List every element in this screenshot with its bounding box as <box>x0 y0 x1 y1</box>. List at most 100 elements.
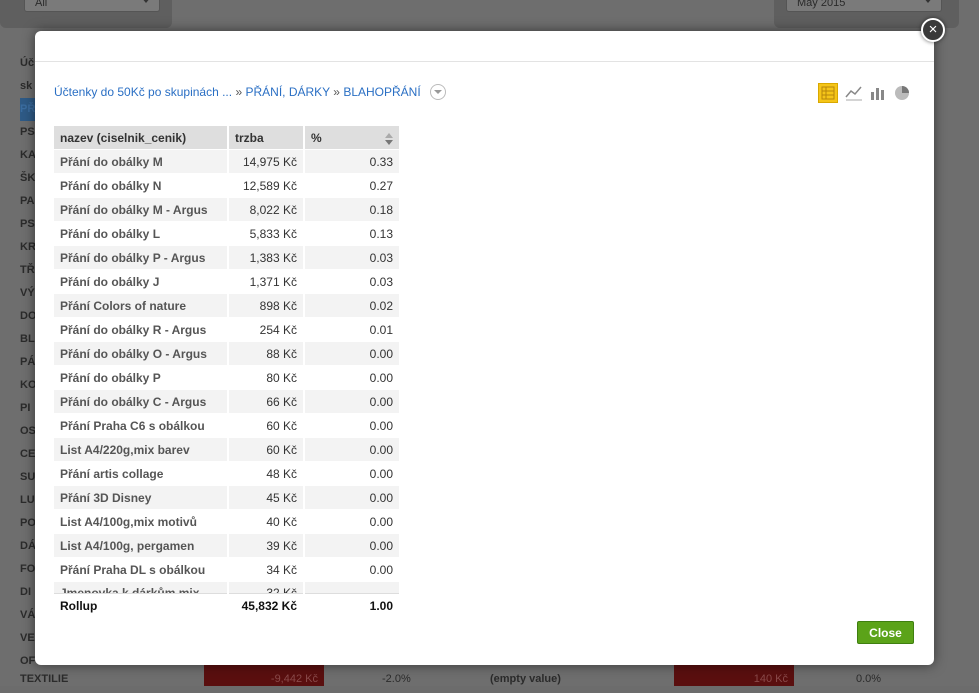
bar-chart-icon[interactable] <box>868 83 888 103</box>
dialog-header <box>35 31 934 62</box>
chevron-down-icon[interactable] <box>430 84 447 100</box>
row-pct: 0.18 <box>304 197 401 222</box>
row-pct: 0.27 <box>304 173 401 198</box>
table-view-icon[interactable] <box>818 83 838 103</box>
breadcrumb-item[interactable]: PŘÁNÍ, DÁRKY <box>245 85 329 99</box>
row-pct: 0.01 <box>304 317 401 342</box>
table-row[interactable]: Přání do obálky L 5,833 Kč 0.13 <box>54 221 401 246</box>
row-trzba: 66 Kč <box>228 389 305 414</box>
row-pct: 0.03 <box>304 245 401 270</box>
table-row[interactable]: List A4/220g,mix barev 60 Kč 0.00 <box>54 437 401 462</box>
rollup-label: Rollup <box>54 593 229 617</box>
filter-select-left[interactable]: All <box>24 0 160 12</box>
row-name: Přání do obálky L <box>54 221 229 246</box>
table-row[interactable]: List A4/100g,mix motivů 40 Kč 0.00 <box>54 509 401 534</box>
column-header-name[interactable]: nazev (ciselnik_cenik) <box>54 126 229 150</box>
row-trzba: 40 Kč <box>228 509 305 534</box>
breadcrumb-item[interactable]: BLAHOPŘÁNÍ <box>343 85 420 99</box>
row-name: List A4/220g,mix barev <box>54 437 229 462</box>
row-trzba: 45 Kč <box>228 485 305 510</box>
row-pct: 0.00 <box>304 437 401 462</box>
rollup-row: Rollup 45,832 Kč 1.00 <box>54 593 401 617</box>
table-row[interactable]: Jmenovka k dárkům mix 32 Kč <box>54 581 401 594</box>
sort-icon[interactable] <box>385 132 393 145</box>
row-trzba: 1,383 Kč <box>228 245 305 270</box>
row-trzba: 8,022 Kč <box>228 197 305 222</box>
row-pct: 0.00 <box>304 413 401 438</box>
row-pct: 0.03 <box>304 269 401 294</box>
background-bottom-row: TEXTILIE -2.0% (empty value) 0.0% <box>0 668 979 686</box>
close-button[interactable]: Close <box>857 621 914 644</box>
row-name: Přání do obálky C - Argus <box>54 389 229 414</box>
breadcrumb-item[interactable]: Účtenky do 50Kč po skupinách ... <box>54 85 232 99</box>
background-pct1: -2.0% <box>382 673 411 685</box>
table-row[interactable]: Přání Praha C6 s obálkou 60 Kč 0.00 <box>54 413 401 438</box>
row-name: Přání do obálky P <box>54 365 229 390</box>
row-trzba: 1,371 Kč <box>228 269 305 294</box>
column-header-label: % <box>311 130 322 145</box>
row-pct-text <box>311 583 393 594</box>
row-trzba: 34 Kč <box>228 557 305 582</box>
chevron-down-icon <box>923 0 933 3</box>
close-icon[interactable]: × <box>921 18 945 42</box>
row-trzba: 88 Kč <box>228 341 305 366</box>
column-header-label: nazev (ciselnik_cenik) <box>60 130 187 145</box>
filter-select-right[interactable]: May 2015 <box>786 0 942 12</box>
column-header-label: trzba <box>235 130 264 145</box>
row-trzba-text: 32 Kč <box>266 586 297 593</box>
rollup-trzba: 45,832 Kč <box>228 593 305 617</box>
table-row[interactable]: Přání do obálky N 12,589 Kč 0.27 <box>54 173 401 198</box>
row-name: Přání do obálky N <box>54 173 229 198</box>
row-name: Přání Praha DL s obálkou <box>54 557 229 582</box>
filter-select-right-value: May 2015 <box>797 0 846 9</box>
column-header-percent[interactable]: % <box>304 126 401 150</box>
row-pct: 0.00 <box>304 341 401 366</box>
table-row[interactable]: Přání do obálky R - Argus 254 Kč 0.01 <box>54 317 401 342</box>
table-row[interactable]: Přání 3D Disney 45 Kč 0.00 <box>54 485 401 510</box>
background-empty-value: (empty value) <box>490 673 561 685</box>
table-row[interactable]: Přání do obálky P - Argus 1,383 Kč 0.03 <box>54 245 401 270</box>
row-pct: 0.13 <box>304 221 401 246</box>
row-trzba: 5,833 Kč <box>228 221 305 246</box>
pie-chart-icon[interactable] <box>892 83 912 103</box>
row-pct: 0.00 <box>304 389 401 414</box>
row-trzba: 898 Kč <box>228 293 305 318</box>
table-row[interactable]: Přání artis collage 48 Kč 0.00 <box>54 461 401 486</box>
row-trzba: 80 Kč <box>228 365 305 390</box>
row-trzba: 254 Kč <box>228 317 305 342</box>
row-pct <box>304 581 401 594</box>
row-trzba: 39 Kč <box>228 533 305 558</box>
filter-select-left-value: All <box>35 0 48 9</box>
line-chart-icon[interactable] <box>844 83 864 103</box>
row-trzba: 60 Kč <box>228 437 305 462</box>
row-name: Přání do obálky O - Argus <box>54 341 229 366</box>
row-trzba: 32 Kč <box>228 581 305 594</box>
row-pct: 0.00 <box>304 461 401 486</box>
row-name: Přání do obálky M - Argus <box>54 197 229 222</box>
column-header-trzba[interactable]: trzba <box>228 126 305 150</box>
table-row[interactable]: Přání do obálky J 1,371 Kč 0.03 <box>54 269 401 294</box>
table-row[interactable]: Přání do obálky M - Argus 8,022 Kč 0.18 <box>54 197 401 222</box>
background-pct2: 0.0% <box>856 673 882 685</box>
row-name: Přání do obálky R - Argus <box>54 317 229 342</box>
rollup-pct: 1.00 <box>304 593 401 617</box>
table-row[interactable]: Přání do obálky O - Argus 88 Kč 0.00 <box>54 341 401 366</box>
table-row[interactable]: Přání Colors of nature 898 Kč 0.02 <box>54 293 401 318</box>
table-row[interactable]: Přání do obálky C - Argus 66 Kč 0.00 <box>54 389 401 414</box>
row-name: Přání 3D Disney <box>54 485 229 510</box>
background-row-name: TEXTILIE <box>20 673 69 685</box>
row-name: Přání do obálky M <box>54 149 229 174</box>
row-pct: 0.00 <box>304 557 401 582</box>
row-trzba: 12,589 Kč <box>228 173 305 198</box>
table-row[interactable]: List A4/100g, pergamen 39 Kč 0.00 <box>54 533 401 558</box>
row-pct: 0.00 <box>304 485 401 510</box>
row-trzba: 14,975 Kč <box>228 149 305 174</box>
table-row[interactable]: Přání do obálky M 14,975 Kč 0.33 <box>54 149 401 174</box>
row-pct: 0.33 <box>304 149 401 174</box>
row-name: Přání Praha C6 s obálkou <box>54 413 229 438</box>
table-row[interactable]: Přání Praha DL s obálkou 34 Kč 0.00 <box>54 557 401 582</box>
row-name: Přání do obálky J <box>54 269 229 294</box>
table-row[interactable]: Přání do obálky P 80 Kč 0.00 <box>54 365 401 390</box>
row-trzba: 48 Kč <box>228 461 305 486</box>
row-pct: 0.00 <box>304 533 401 558</box>
